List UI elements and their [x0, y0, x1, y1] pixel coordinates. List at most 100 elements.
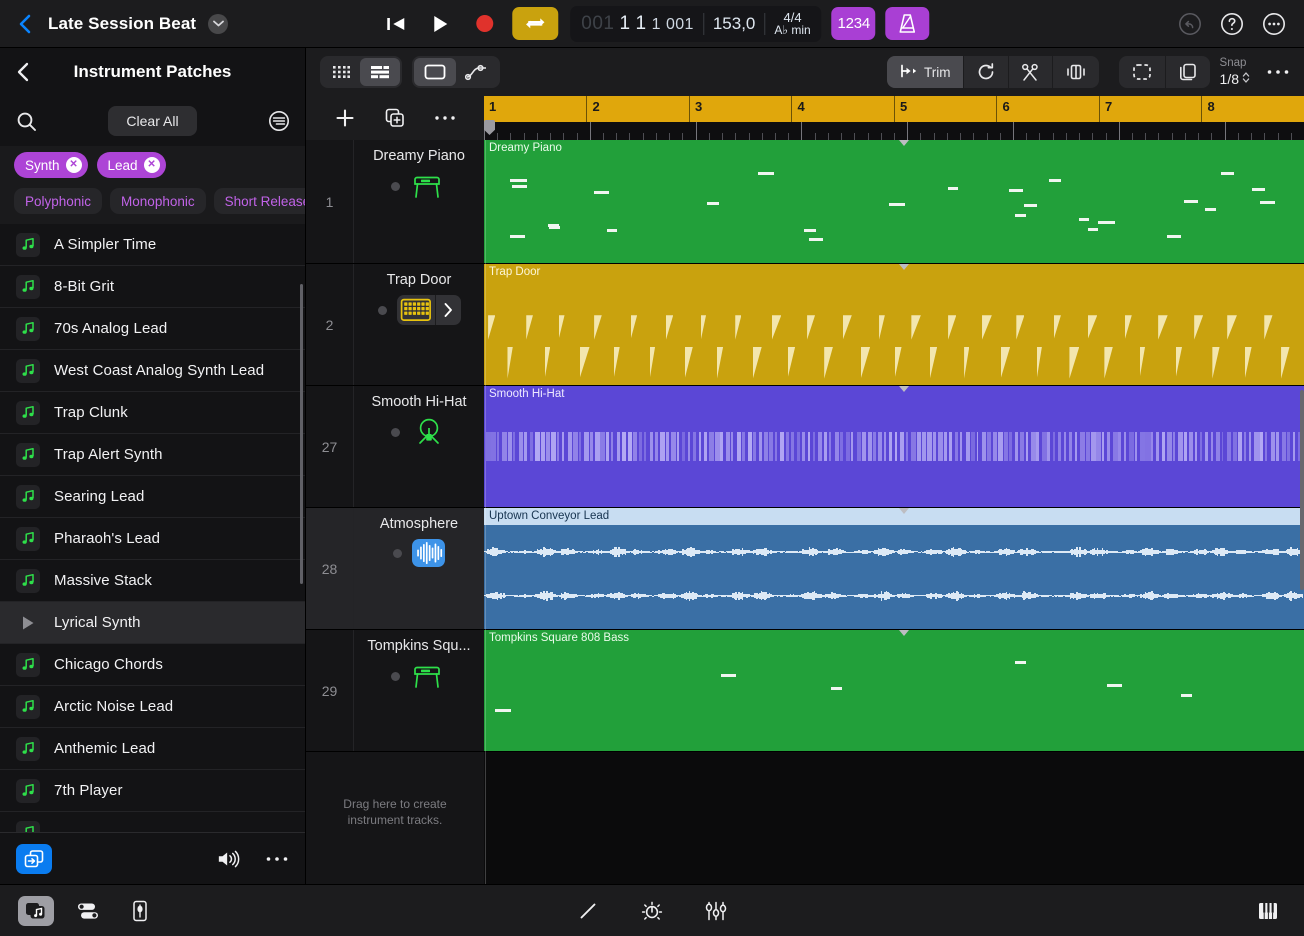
plugin-strip-icon[interactable] — [122, 896, 158, 926]
undo-icon[interactable] — [1178, 12, 1202, 36]
speaker-volume-icon[interactable] — [217, 847, 241, 871]
patch-row[interactable]: Chicago Chords — [0, 644, 305, 686]
duplicate-track-icon[interactable] — [383, 106, 407, 130]
trim-tool-button[interactable]: Trim — [887, 56, 964, 88]
mixer-toggles-icon[interactable] — [70, 896, 106, 926]
track-record-enable-dot[interactable] — [390, 181, 400, 191]
play-icon[interactable] — [418, 7, 462, 41]
metronome-icon[interactable] — [885, 7, 930, 40]
timeline-scrollbar[interactable] — [1300, 390, 1304, 590]
track-name[interactable]: Dreamy Piano — [354, 148, 484, 164]
load-patch-icon[interactable] — [16, 843, 52, 874]
track-lane[interactable]: Dreamy Piano — [484, 140, 1304, 264]
browser-library-icon[interactable] — [18, 895, 54, 926]
close-x-icon[interactable]: ✕ — [143, 157, 160, 173]
cycle-loop-icon[interactable] — [512, 7, 559, 40]
lcd-tempo[interactable]: 153,0 — [713, 14, 756, 34]
faders-icon[interactable] — [698, 896, 734, 926]
track-name[interactable]: Tompkins Squ... — [354, 638, 484, 654]
track-header[interactable]: 27 Smooth Hi-Hat — [306, 386, 484, 508]
editor-more-ellipsis-icon[interactable] — [1266, 60, 1290, 84]
track-instrument-button[interactable] — [396, 295, 461, 325]
track-header[interactable]: 29 Tompkins Squ... — [306, 630, 484, 752]
track-name[interactable]: Smooth Hi-Hat — [354, 394, 484, 410]
ruler-ticks[interactable] — [484, 122, 1304, 140]
track-lane[interactable]: Smooth Hi-Hat — [484, 386, 1304, 508]
patch-row[interactable]: Pharaoh's Lead — [0, 518, 305, 560]
patch-row[interactable]: Anthemic Lead — [0, 728, 305, 770]
more-ellipsis-icon[interactable] — [1262, 12, 1286, 36]
track-record-enable-dot[interactable] — [377, 305, 387, 315]
ruler-bar[interactable]: 6 — [996, 96, 1099, 122]
track-header[interactable]: 1 Dreamy Piano — [306, 140, 484, 264]
track-instrument-button[interactable] — [410, 171, 448, 201]
more-ellipsis-icon[interactable] — [265, 847, 289, 871]
sidebar-back-chevron-icon[interactable] — [16, 61, 38, 83]
ruler-bar[interactable]: 2 — [586, 96, 689, 122]
track-more-ellipsis-icon[interactable] — [433, 106, 457, 130]
ruler-bar[interactable]: 3 — [688, 96, 792, 122]
clear-all-button[interactable]: Clear All — [108, 106, 197, 136]
patch-row[interactable]: West Coast Analog Synth Lead — [0, 350, 305, 392]
patch-row[interactable]: 70s Analog Lead — [0, 308, 305, 350]
patch-row[interactable]: 8-Bit Grit — [0, 266, 305, 308]
track-header[interactable]: 28 Atmosphere — [306, 508, 484, 630]
record-icon[interactable] — [462, 7, 506, 41]
automation-curve-icon[interactable] — [456, 58, 498, 86]
track-record-enable-dot[interactable] — [390, 427, 400, 437]
filter-tag-lead[interactable]: Lead ✕ — [96, 152, 166, 178]
piano-keyboard-icon[interactable] — [1250, 896, 1286, 926]
play-triangle-icon[interactable] — [16, 611, 40, 635]
pencil-draw-icon[interactable] — [570, 896, 606, 926]
track-lane[interactable]: Uptown Conveyor Lead — [484, 508, 1304, 630]
track-record-enable-dot[interactable] — [390, 671, 400, 681]
track-name[interactable]: Atmosphere — [354, 516, 484, 532]
loop-region-icon[interactable] — [964, 56, 1009, 88]
tuner-icon[interactable] — [634, 896, 670, 926]
ruler-bar[interactable]: 7 — [1098, 96, 1202, 122]
region[interactable]: Smooth Hi-Hat — [484, 386, 1304, 507]
filter-list-icon[interactable] — [267, 109, 291, 133]
track-lane[interactable]: Tompkins Square 808 Bass — [484, 630, 1304, 752]
track-instrument-button[interactable] — [410, 661, 448, 691]
help-icon[interactable] — [1220, 12, 1244, 36]
patch-row-partial[interactable] — [0, 812, 305, 832]
track-header[interactable]: 2 Trap Door — [306, 264, 484, 386]
region[interactable]: Trap Door — [484, 264, 1304, 385]
close-x-icon[interactable]: ✕ — [65, 157, 82, 173]
patch-row[interactable]: Trap Clunk — [0, 392, 305, 434]
ruler-bar[interactable]: 8 — [1201, 96, 1304, 122]
cycle-ruler[interactable]: 1 2 3 4 5 6 7 8 — [484, 96, 1304, 122]
patch-row[interactable]: 7th Player — [0, 770, 305, 812]
chevron-right-icon[interactable] — [434, 295, 461, 325]
add-plus-icon[interactable] — [333, 106, 357, 130]
fade-tool-icon[interactable] — [1053, 56, 1099, 88]
search-icon[interactable] — [14, 109, 38, 133]
patch-row[interactable]: Trap Alert Synth — [0, 434, 305, 476]
back-chevron-icon[interactable] — [14, 13, 36, 35]
sidebar-scrollbar[interactable] — [300, 284, 303, 584]
ruler-bar[interactable]: 4 — [791, 96, 894, 122]
filter-tag-synth[interactable]: Synth ✕ — [14, 152, 88, 178]
region-select-icon[interactable] — [414, 58, 456, 86]
track-name[interactable]: Trap Door — [354, 272, 484, 288]
region-lanes[interactable]: Dreamy Piano Trap Door Smooth Hi-Hat Uptown… — [484, 140, 1304, 884]
ruler-bar[interactable]: 1 — [484, 96, 586, 122]
lcd-signature-key[interactable]: 4/4 A♭ min — [774, 10, 810, 36]
marquee-select-icon[interactable] — [1119, 56, 1166, 88]
region[interactable]: Dreamy Piano — [484, 140, 1304, 263]
region[interactable]: Uptown Conveyor Lead — [484, 508, 1304, 629]
region[interactable]: Tompkins Square 808 Bass — [484, 630, 1304, 751]
suggested-tag-short-release[interactable]: Short Release — [213, 188, 305, 214]
patch-row[interactable]: Searing Lead — [0, 476, 305, 518]
track-lane[interactable]: Trap Door — [484, 264, 1304, 386]
rewind-to-start-icon[interactable] — [374, 7, 418, 41]
duplicate-icon[interactable] — [1166, 56, 1210, 88]
count-in-button[interactable]: 1234 — [831, 7, 876, 40]
grid-view-icon[interactable] — [322, 58, 360, 86]
ruler-bar[interactable]: 5 — [893, 96, 997, 122]
audio-waveform-icon[interactable] — [412, 539, 445, 567]
empty-lane-area[interactable] — [484, 752, 1304, 872]
track-instrument-button[interactable] — [412, 539, 445, 567]
patch-row[interactable]: A Simpler Time — [0, 224, 305, 266]
